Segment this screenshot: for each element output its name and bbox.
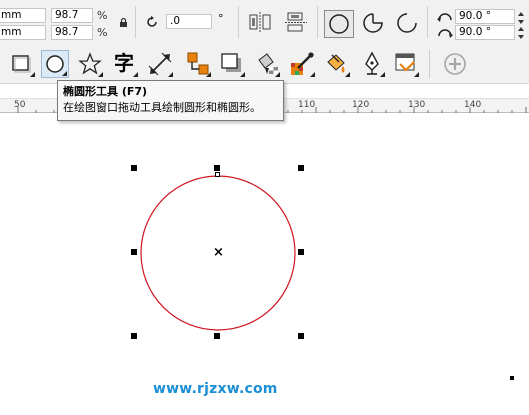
- scale-y-value: 98.7: [55, 26, 79, 38]
- ruler-label: 110: [298, 100, 316, 110]
- separator: [429, 50, 430, 78]
- selection-handle-top-right[interactable]: [298, 165, 304, 171]
- separator: [135, 6, 136, 38]
- separator: [427, 6, 428, 38]
- ruler-label: 50: [14, 100, 26, 110]
- rectangle-tool[interactable]: [8, 50, 36, 78]
- separator: [317, 6, 318, 38]
- width-field[interactable]: mm: [0, 8, 46, 23]
- selection-handle-top[interactable]: [214, 165, 220, 171]
- rotation-degree: °: [218, 12, 224, 25]
- height-field[interactable]: mm: [0, 25, 46, 40]
- flyout-arrow-icon: [168, 72, 173, 77]
- watermark: www.rjzxw.com: [153, 381, 278, 397]
- ruler-label: 120: [352, 100, 370, 110]
- scale-y-percent: %: [97, 26, 108, 39]
- drop-shadow-tool[interactable]: [218, 50, 246, 78]
- end-angle-value: 90.0 °: [459, 26, 491, 38]
- rotate-icon: [146, 16, 158, 31]
- selection-handle-top-left[interactable]: [131, 165, 137, 171]
- selection-handle-bottom[interactable]: [214, 333, 220, 339]
- tooltip-title: 椭圆形工具 (F7): [63, 85, 148, 98]
- flyout-arrow-icon: [30, 72, 35, 77]
- property-bar: mm mm 98.7 98.7 % % .0 ° 90.0 ° 90.0 °: [0, 0, 529, 44]
- page-marker: [510, 376, 514, 380]
- flyout-arrow-icon: [380, 72, 385, 77]
- outline-tool[interactable]: [392, 50, 420, 78]
- scale-x-percent: %: [97, 9, 108, 22]
- start-angle-input[interactable]: 90.0 °: [455, 9, 515, 24]
- ellipse-node-marker[interactable]: [215, 172, 220, 177]
- arc-mode-icon[interactable]: [396, 12, 418, 37]
- transparency-tool[interactable]: [253, 50, 281, 78]
- selection-handle-bottom-left[interactable]: [131, 333, 137, 339]
- flyout-arrow-icon: [98, 72, 103, 77]
- text-tool-glyph: 字: [114, 51, 134, 75]
- flyout-arrow-icon: [345, 72, 350, 77]
- selection-handle-right[interactable]: [298, 249, 304, 255]
- start-angle-value: 90.0 °: [459, 10, 491, 22]
- flyout-arrow-icon: [206, 72, 211, 77]
- center-mark-icon[interactable]: ×: [213, 246, 224, 259]
- toolbox: 字: [0, 44, 529, 84]
- flyout-arrow-icon: [414, 72, 419, 77]
- end-angle-icon: [437, 27, 453, 42]
- eyedropper-tool[interactable]: [288, 50, 316, 78]
- lock-ratio-icon[interactable]: [119, 17, 128, 31]
- rotation-value: .0: [170, 15, 181, 27]
- start-angle-icon: [437, 11, 453, 26]
- connector-tool[interactable]: [184, 50, 212, 78]
- selection-handle-bottom-right[interactable]: [298, 333, 304, 339]
- flyout-arrow-icon: [62, 71, 67, 76]
- mirror-vertical-icon[interactable]: [285, 12, 307, 35]
- ellipse-tool[interactable]: [41, 50, 69, 78]
- add-tool-icon[interactable]: [443, 52, 467, 79]
- height-unit: mm: [1, 26, 22, 38]
- flyout-arrow-icon: [133, 72, 138, 77]
- scale-x-input[interactable]: 98.7: [51, 8, 93, 23]
- tooltip-description: 在绘图窗口拖动工具绘制圆形和椭圆形。: [63, 101, 261, 114]
- text-tool[interactable]: 字: [111, 50, 139, 78]
- smart-fill-tool[interactable]: [358, 50, 386, 78]
- dimension-tool[interactable]: [146, 50, 174, 78]
- flyout-arrow-icon: [310, 72, 315, 77]
- scale-x-value: 98.7: [55, 9, 79, 21]
- rotation-input[interactable]: .0: [166, 14, 212, 29]
- selection-handle-left[interactable]: [131, 249, 137, 255]
- scale-y-input[interactable]: 98.7: [51, 25, 93, 40]
- ruler-label: 130: [408, 100, 426, 110]
- polygon-tool[interactable]: [76, 50, 104, 78]
- angle-spinner-icon[interactable]: [517, 11, 525, 44]
- ruler-label: 140: [464, 100, 482, 110]
- end-angle-input[interactable]: 90.0 °: [455, 25, 515, 40]
- interactive-fill-tool[interactable]: [323, 50, 351, 78]
- ellipse-mode-icon[interactable]: [324, 10, 354, 38]
- ellipse-tool-tooltip: 椭圆形工具 (F7) 在绘图窗口拖动工具绘制圆形和椭圆形。: [57, 80, 284, 121]
- flyout-arrow-icon: [240, 72, 245, 77]
- separator: [238, 6, 239, 38]
- width-unit: mm: [1, 9, 22, 21]
- mirror-horizontal-icon[interactable]: [249, 12, 271, 35]
- flyout-arrow-icon: [275, 72, 280, 77]
- pie-mode-icon[interactable]: [362, 12, 384, 37]
